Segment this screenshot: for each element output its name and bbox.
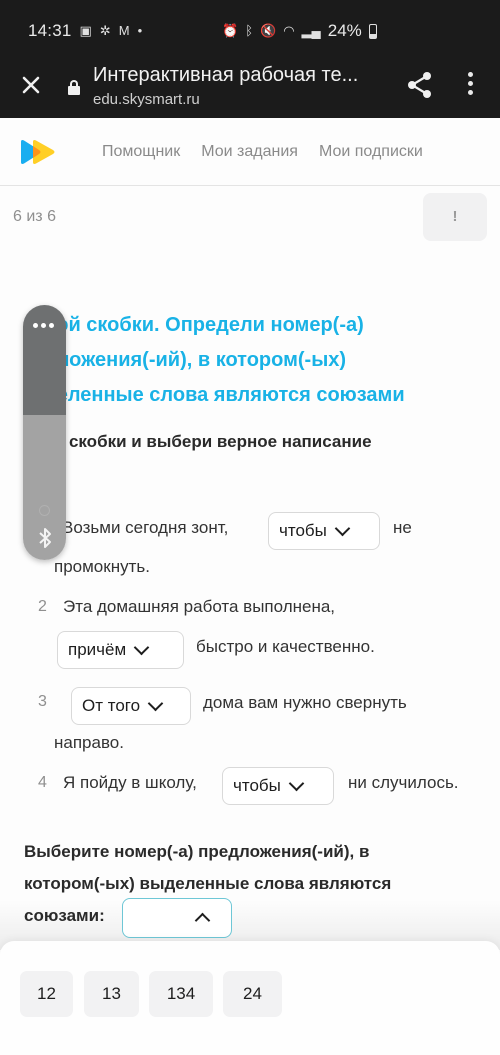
nav-my-subscriptions[interactable]: Мои подписки bbox=[319, 143, 423, 161]
bluetooth-icon[interactable] bbox=[36, 527, 54, 554]
sentence-1-dropdown[interactable]: чтобы bbox=[268, 512, 380, 550]
mute-vibrate-icon: 🔇 bbox=[260, 23, 277, 38]
option-24[interactable]: 24 bbox=[223, 971, 282, 1017]
chevron-up-icon bbox=[194, 912, 211, 929]
edge-panel[interactable] bbox=[23, 305, 66, 560]
fan-icon: ✲ bbox=[99, 23, 111, 38]
sentence-2-dropdown[interactable]: причём bbox=[57, 631, 184, 669]
browser-toolbar: Интерактивная рабочая те... edu.skysmart… bbox=[0, 62, 500, 118]
more-horiz-icon[interactable] bbox=[33, 323, 57, 329]
battery-icon bbox=[368, 23, 377, 39]
options-sheet: 12 13 134 24 bbox=[0, 941, 500, 1055]
option-12[interactable]: 12 bbox=[20, 971, 73, 1017]
lock-icon bbox=[68, 80, 80, 95]
wifi-icon: ◠ bbox=[283, 23, 295, 38]
main-nav: Помощник Мои задания Мои подписки bbox=[102, 143, 423, 161]
close-tab-button[interactable] bbox=[18, 72, 44, 98]
battery-percent: 24% bbox=[327, 21, 362, 40]
status-bar: 14:31 ▣ ✲ M • ⏰ ᛒ 🔇 ◠ ▂▄ 24% bbox=[0, 0, 500, 62]
nav-my-tasks[interactable]: Мои задания bbox=[201, 143, 298, 161]
edge-panel-top bbox=[23, 305, 66, 415]
gmail-icon: M bbox=[118, 23, 130, 38]
record-icon bbox=[39, 505, 50, 516]
task-counter: 6 из 6 bbox=[13, 208, 56, 225]
more-menu-button[interactable] bbox=[465, 72, 475, 98]
answer-question: Выберите номер(-а) предложения(-ий), в к… bbox=[24, 842, 392, 925]
close-icon bbox=[22, 76, 40, 94]
task-instruction: рой скобки и выбери верное написание : bbox=[33, 432, 372, 483]
more-vert-icon bbox=[467, 72, 473, 77]
gallery-icon: ▣ bbox=[79, 23, 92, 38]
chevron-down-icon bbox=[147, 695, 164, 711]
answer-select[interactable] bbox=[122, 898, 232, 938]
task-title: крой скобки. Определи номер(-а) дложения… bbox=[34, 314, 405, 406]
signal-icon: ▂▄ bbox=[301, 23, 321, 38]
clock: 14:31 bbox=[28, 21, 72, 40]
option-134[interactable]: 134 bbox=[149, 971, 213, 1017]
chevron-down-icon bbox=[334, 520, 351, 536]
dot-icon: • bbox=[137, 23, 143, 38]
site-header: Помощник Мои задания Мои подписки bbox=[0, 118, 500, 186]
nav-helper[interactable]: Помощник bbox=[102, 143, 180, 161]
sentence-3-dropdown[interactable]: От того bbox=[71, 687, 191, 725]
chevron-down-icon bbox=[288, 775, 305, 791]
page-title: Интерактивная рабочая те... bbox=[93, 64, 359, 86]
share-icon bbox=[408, 72, 431, 98]
page-url[interactable]: edu.skysmart.ru bbox=[93, 91, 200, 108]
bluetooth-icon: ᛒ bbox=[245, 23, 253, 38]
exclamation-icon: ! bbox=[452, 208, 458, 225]
sentence-4-dropdown[interactable]: чтобы bbox=[222, 767, 334, 805]
alarm-icon: ⏰ bbox=[222, 23, 239, 38]
report-button[interactable]: ! bbox=[423, 193, 487, 241]
skysmart-logo[interactable] bbox=[18, 138, 60, 166]
option-13[interactable]: 13 bbox=[84, 971, 139, 1017]
share-button[interactable] bbox=[405, 70, 435, 100]
chevron-down-icon bbox=[133, 639, 150, 655]
